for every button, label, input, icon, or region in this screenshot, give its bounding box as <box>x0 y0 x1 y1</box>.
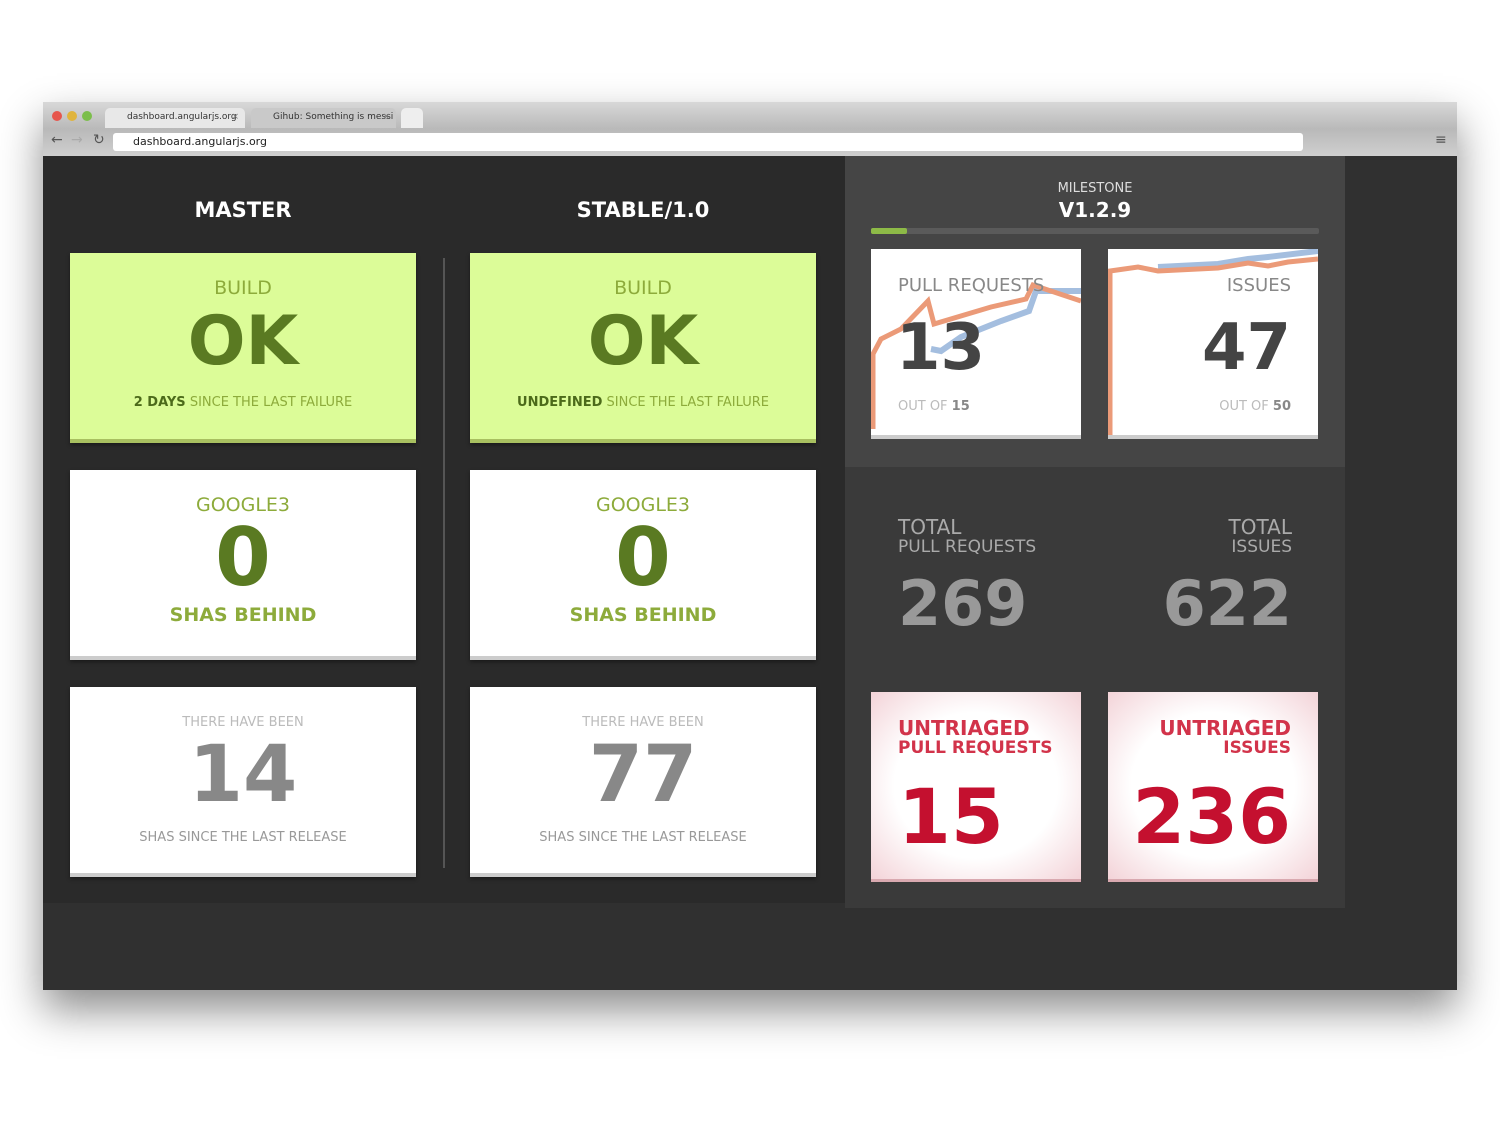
label-line: ISSUES <box>1231 537 1292 557</box>
total-issues-label: TOTAL ISSUES <box>1229 517 1292 557</box>
minimize-window-button[interactable] <box>67 111 77 121</box>
browser-chrome: dashboard.angularjs.org × Gihub: Somethin… <box>43 102 1457 156</box>
untriaged-prs-value: 15 <box>898 772 1004 861</box>
new-tab-button[interactable] <box>401 108 423 128</box>
label-line: PULL REQUESTS <box>898 537 1037 557</box>
release-value: 77 <box>588 730 698 820</box>
total-issues-value: 622 <box>1162 567 1292 640</box>
forward-icon[interactable]: → <box>71 132 83 148</box>
build-label: BUILD <box>214 277 272 299</box>
out-of-label: OUT OF <box>898 399 948 414</box>
release-label: THERE HAVE BEEN <box>182 715 304 730</box>
untriaged-issues-card[interactable]: UNTRIAGED ISSUES 236 <box>1108 692 1318 882</box>
prs-total: 15 <box>951 399 970 414</box>
untriaged-prs-label: UNTRIAGED PULL REQUESTS <box>898 718 1053 758</box>
label-line: TOTAL <box>1228 515 1292 539</box>
build-card[interactable]: BUILD OK 2 DAYS SINCE THE LAST FAILURE <box>70 253 416 443</box>
google3-sub: SHAS BEHIND <box>169 604 317 626</box>
release-sub: SHAS SINCE THE LAST RELEASE <box>139 830 347 845</box>
tab-title: dashboard.angularjs.org <box>127 112 237 122</box>
progress-fill <box>871 228 907 234</box>
milestone-issues-card[interactable]: ISSUES 47 OUT OF 50 <box>1108 249 1318 439</box>
label-line: UNTRIAGED <box>1159 716 1291 740</box>
divider <box>443 258 445 868</box>
label-line: PULL REQUESTS <box>898 738 1053 758</box>
out-of-label: OUT OF <box>1219 399 1269 414</box>
milestone-version: V1.2.9 <box>1058 198 1132 222</box>
label-line: ISSUES <box>1223 738 1291 758</box>
untriaged-prs-card[interactable]: UNTRIAGED PULL REQUESTS 15 <box>871 692 1081 882</box>
issues-total: 50 <box>1272 399 1291 414</box>
close-tab-icon[interactable]: × <box>231 112 239 122</box>
branch-title: MASTER <box>194 198 292 222</box>
prs-label: PULL REQUESTS <box>898 275 1045 296</box>
url-text: dashboard.angularjs.org <box>133 135 267 148</box>
milestone-progress-bar <box>871 228 1319 234</box>
build-status: OK <box>187 302 299 381</box>
milestone-panel: MILESTONE V1.2.9 PULL REQUESTS 13 OUT OF… <box>845 156 1345 467</box>
google3-card[interactable]: GOOGLE3 0 SHAS BEHIND <box>470 470 816 660</box>
untriaged-issues-value: 236 <box>1132 772 1291 861</box>
back-icon[interactable]: ← <box>51 132 63 148</box>
tab-github[interactable]: Gihub: Something is messi × <box>251 108 396 128</box>
close-window-button[interactable] <box>52 111 62 121</box>
reload-icon[interactable]: ↻ <box>93 132 105 148</box>
since-value: 2 DAYS <box>133 395 186 410</box>
release-sub: SHAS SINCE THE LAST RELEASE <box>539 830 747 845</box>
total-prs-value: 269 <box>898 567 1028 640</box>
build-label: BUILD <box>614 277 672 299</box>
build-status: OK <box>587 302 699 381</box>
address-bar[interactable]: dashboard.angularjs.org <box>113 133 1303 151</box>
branch-title: STABLE/1.0 <box>576 198 710 222</box>
total-prs-label: TOTAL PULL REQUESTS <box>898 517 1036 557</box>
totals-panel: TOTAL PULL REQUESTS 269 TOTAL ISSUES 622 U… <box>845 467 1345 908</box>
browser-window: dashboard.angularjs.org × Gihub: Somethin… <box>43 102 1457 990</box>
google3-card[interactable]: GOOGLE3 0 SHAS BEHIND <box>70 470 416 660</box>
release-card[interactable]: THERE HAVE BEEN 14 SHAS SINCE THE LAST R… <box>70 687 416 877</box>
menu-icon[interactable]: ≡ <box>1435 132 1447 148</box>
close-tab-icon[interactable]: × <box>382 112 390 122</box>
google3-sub: SHAS BEHIND <box>569 604 717 626</box>
branches-panel: MASTER BUILD OK 2 DAYS SINCE THE LAST FA… <box>43 156 845 903</box>
release-value: 14 <box>188 730 298 820</box>
issues-count: 47 <box>1201 311 1291 385</box>
since-value: UNDEFINED <box>517 395 603 410</box>
milestone-label: MILESTONE <box>1057 181 1133 196</box>
untriaged-issues-label: UNTRIAGED ISSUES <box>1159 718 1291 758</box>
label-line: TOTAL <box>898 515 962 539</box>
build-card[interactable]: BUILD OK UNDEFINED SINCE THE LAST FAILUR… <box>470 253 816 443</box>
since-text: SINCE THE LAST FAILURE <box>606 395 769 410</box>
release-card[interactable]: THERE HAVE BEEN 77 SHAS SINCE THE LAST R… <box>470 687 816 877</box>
tab-title: Gihub: Something is messi <box>273 112 394 122</box>
label-line: UNTRIAGED <box>898 716 1030 740</box>
milestone-prs-card[interactable]: PULL REQUESTS 13 OUT OF 15 <box>871 249 1081 439</box>
google3-value: 0 <box>615 511 671 604</box>
prs-count: 13 <box>896 311 986 385</box>
since-text: SINCE THE LAST FAILURE <box>189 395 353 410</box>
issues-label: ISSUES <box>1226 275 1291 296</box>
maximize-window-button[interactable] <box>82 111 92 121</box>
release-label: THERE HAVE BEEN <box>582 715 704 730</box>
tab-dashboard[interactable]: dashboard.angularjs.org × <box>105 108 245 128</box>
google3-value: 0 <box>215 511 271 604</box>
dashboard: MASTER BUILD OK 2 DAYS SINCE THE LAST FA… <box>43 156 1457 990</box>
